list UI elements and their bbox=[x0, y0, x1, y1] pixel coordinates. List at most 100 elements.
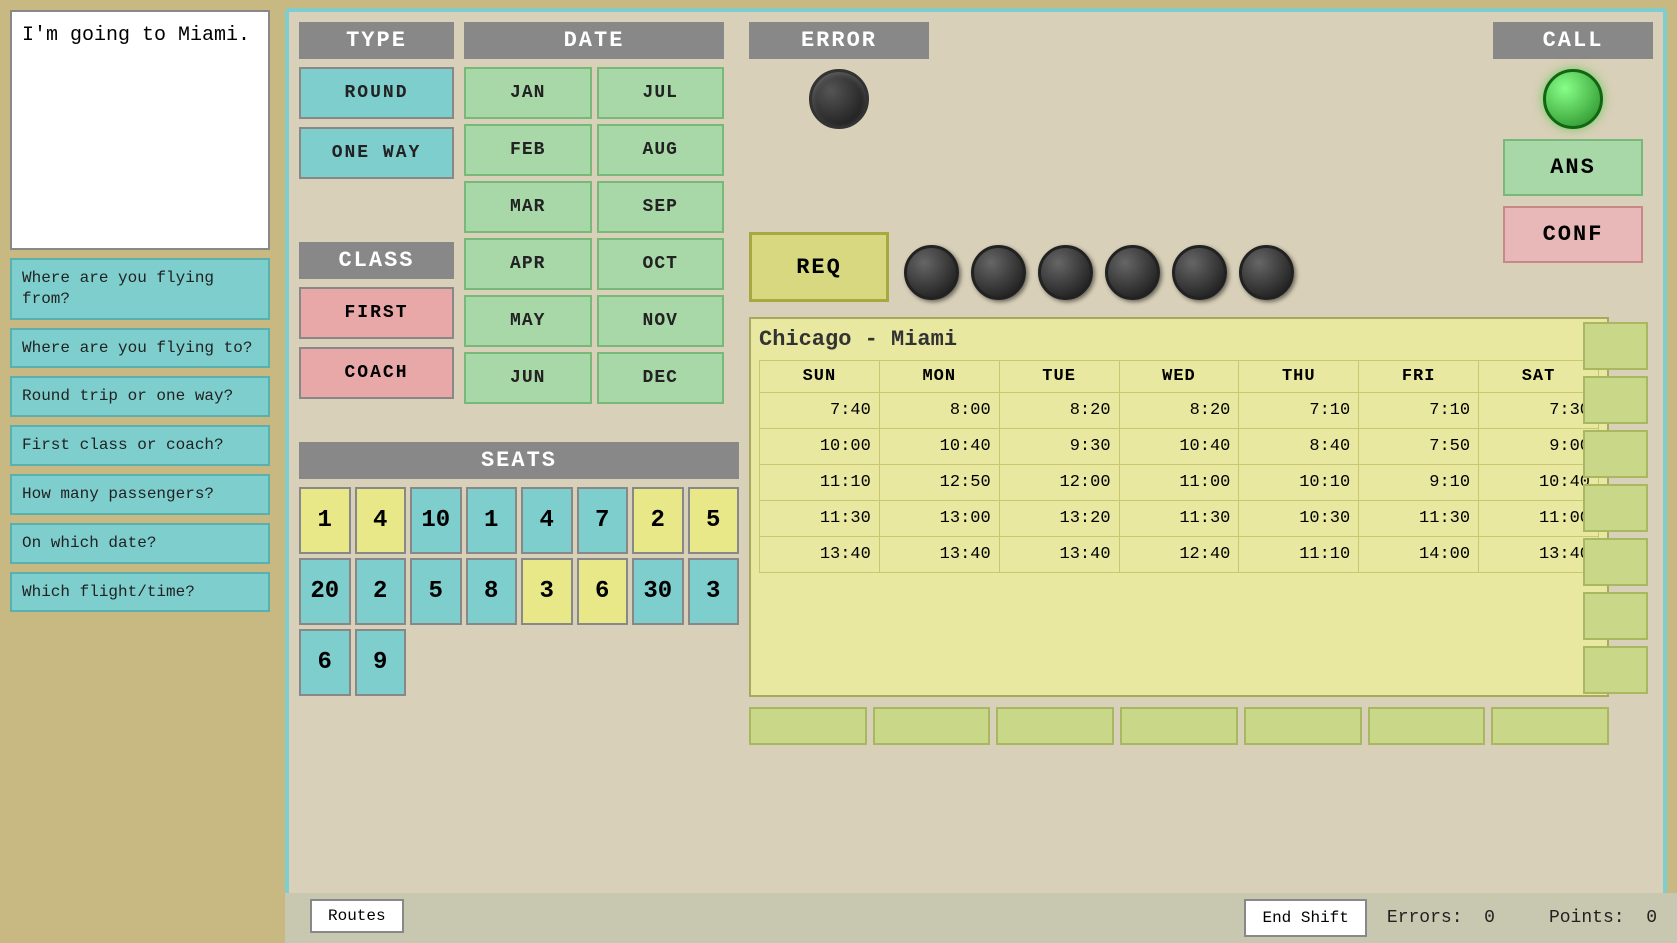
flight-cell-r3-c1[interactable]: 13:00 bbox=[879, 501, 999, 537]
knobs-row bbox=[904, 245, 1294, 300]
seat-3[interactable]: 3 bbox=[521, 558, 573, 625]
month-aug[interactable]: AUG bbox=[597, 124, 725, 176]
seat-6b[interactable]: 6 bbox=[299, 629, 351, 696]
bottom-btn-6[interactable] bbox=[1368, 707, 1486, 745]
seat-5[interactable]: 5 bbox=[688, 487, 740, 554]
month-feb[interactable]: FEB bbox=[464, 124, 592, 176]
flight-cell-r3-c2[interactable]: 13:20 bbox=[999, 501, 1119, 537]
month-sep[interactable]: SEP bbox=[597, 181, 725, 233]
flight-cell-r0-c3[interactable]: 8:20 bbox=[1119, 393, 1239, 429]
month-jun[interactable]: JUN bbox=[464, 352, 592, 404]
prompt-btn-2[interactable]: Round trip or one way? bbox=[10, 376, 270, 417]
right-btn-4[interactable] bbox=[1583, 484, 1648, 532]
conf-button[interactable]: CONF bbox=[1503, 206, 1643, 263]
seat-1b[interactable]: 1 bbox=[466, 487, 518, 554]
flight-cell-r0-c2[interactable]: 8:20 bbox=[999, 393, 1119, 429]
right-btn-5[interactable] bbox=[1583, 538, 1648, 586]
main-panel: TYPE ROUND ONE WAY DATE JAN JUL FEB AUG … bbox=[285, 8, 1667, 928]
right-btn-6[interactable] bbox=[1583, 592, 1648, 640]
bottom-btn-4[interactable] bbox=[1120, 707, 1238, 745]
prompt-btn-1[interactable]: Where are you flying to? bbox=[10, 328, 270, 369]
flight-cell-r4-c5[interactable]: 14:00 bbox=[1359, 537, 1479, 573]
right-btn-2[interactable] bbox=[1583, 376, 1648, 424]
prompt-btn-5[interactable]: On which date? bbox=[10, 523, 270, 564]
bottom-btn-7[interactable] bbox=[1491, 707, 1609, 745]
flight-cell-r3-c4[interactable]: 10:30 bbox=[1239, 501, 1359, 537]
month-mar[interactable]: MAR bbox=[464, 181, 592, 233]
seat-3b[interactable]: 3 bbox=[688, 558, 740, 625]
seat-4b[interactable]: 4 bbox=[521, 487, 573, 554]
bottom-btn-3[interactable] bbox=[996, 707, 1114, 745]
round-trip-btn[interactable]: ROUND bbox=[299, 67, 454, 119]
flight-cell-r0-c1[interactable]: 8:00 bbox=[879, 393, 999, 429]
errors-value: 0 bbox=[1484, 908, 1495, 928]
req-button[interactable]: REQ bbox=[749, 232, 889, 302]
right-btn-1[interactable] bbox=[1583, 322, 1648, 370]
month-dec[interactable]: DEC bbox=[597, 352, 725, 404]
flight-cell-r0-c5[interactable]: 7:10 bbox=[1359, 393, 1479, 429]
bottom-btn-1[interactable] bbox=[749, 707, 867, 745]
seat-7[interactable]: 7 bbox=[577, 487, 629, 554]
bottom-btn-2[interactable] bbox=[873, 707, 991, 745]
flight-cell-r0-c0[interactable]: 7:40 bbox=[760, 393, 880, 429]
flight-cell-r3-c0[interactable]: 11:30 bbox=[760, 501, 880, 537]
prompt-btn-6[interactable]: Which flight/time? bbox=[10, 572, 270, 613]
flight-cell-r2-c4[interactable]: 10:10 bbox=[1239, 465, 1359, 501]
prompt-btn-0[interactable]: Where are you flying from? bbox=[10, 258, 270, 320]
right-btn-3[interactable] bbox=[1583, 430, 1648, 478]
flight-cell-r1-c1[interactable]: 10:40 bbox=[879, 429, 999, 465]
right-btn-7[interactable] bbox=[1583, 646, 1648, 694]
flight-cell-r4-c0[interactable]: 13:40 bbox=[760, 537, 880, 573]
month-apr[interactable]: APR bbox=[464, 238, 592, 290]
coach-btn[interactable]: COACH bbox=[299, 347, 454, 399]
seat-9[interactable]: 9 bbox=[355, 629, 407, 696]
routes-button[interactable]: Routes bbox=[310, 899, 404, 933]
flight-cell-r2-c1[interactable]: 12:50 bbox=[879, 465, 999, 501]
flight-cell-r2-c6[interactable]: 10:40 bbox=[1479, 465, 1599, 501]
flight-cell-r1-c6[interactable]: 9:00 bbox=[1479, 429, 1599, 465]
month-jan[interactable]: JAN bbox=[464, 67, 592, 119]
month-nov[interactable]: NOV bbox=[597, 295, 725, 347]
seat-2[interactable]: 2 bbox=[632, 487, 684, 554]
seat-20[interactable]: 20 bbox=[299, 558, 351, 625]
knob-5 bbox=[1172, 245, 1227, 300]
seat-2b[interactable]: 2 bbox=[355, 558, 407, 625]
flight-cell-r4-c1[interactable]: 13:40 bbox=[879, 537, 999, 573]
first-class-btn[interactable]: FIRST bbox=[299, 287, 454, 339]
flight-cell-r4-c3[interactable]: 12:40 bbox=[1119, 537, 1239, 573]
flight-cell-r1-c3[interactable]: 10:40 bbox=[1119, 429, 1239, 465]
flight-cell-r4-c4[interactable]: 11:10 bbox=[1239, 537, 1359, 573]
seat-10[interactable]: 10 bbox=[410, 487, 462, 554]
seat-4[interactable]: 4 bbox=[355, 487, 407, 554]
seat-8[interactable]: 8 bbox=[466, 558, 518, 625]
flight-cell-r2-c3[interactable]: 11:00 bbox=[1119, 465, 1239, 501]
ans-button[interactable]: ANS bbox=[1503, 139, 1643, 196]
seat-6[interactable]: 6 bbox=[577, 558, 629, 625]
end-shift-button[interactable]: End Shift bbox=[1244, 899, 1366, 937]
flight-cell-r4-c2[interactable]: 13:40 bbox=[999, 537, 1119, 573]
flight-cell-r2-c2[interactable]: 12:00 bbox=[999, 465, 1119, 501]
flight-cell-r1-c0[interactable]: 10:00 bbox=[760, 429, 880, 465]
error-section: ERROR bbox=[749, 22, 929, 139]
seat-1[interactable]: 1 bbox=[299, 487, 351, 554]
month-jul[interactable]: JUL bbox=[597, 67, 725, 119]
flight-cell-r3-c5[interactable]: 11:30 bbox=[1359, 501, 1479, 537]
prompt-btn-4[interactable]: How many passengers? bbox=[10, 474, 270, 515]
seat-30[interactable]: 30 bbox=[632, 558, 684, 625]
flight-cell-r1-c5[interactable]: 7:50 bbox=[1359, 429, 1479, 465]
seat-5b[interactable]: 5 bbox=[410, 558, 462, 625]
month-oct[interactable]: OCT bbox=[597, 238, 725, 290]
flight-cell-r0-c6[interactable]: 7:30 bbox=[1479, 393, 1599, 429]
flight-cell-r1-c4[interactable]: 8:40 bbox=[1239, 429, 1359, 465]
bottom-btn-5[interactable] bbox=[1244, 707, 1362, 745]
prompt-btn-3[interactable]: First class or coach? bbox=[10, 425, 270, 466]
flight-cell-r2-c5[interactable]: 9:10 bbox=[1359, 465, 1479, 501]
flight-cell-r2-c0[interactable]: 11:10 bbox=[760, 465, 880, 501]
flight-cell-r0-c4[interactable]: 7:10 bbox=[1239, 393, 1359, 429]
flight-cell-r4-c6[interactable]: 13:40 bbox=[1479, 537, 1599, 573]
flight-cell-r3-c6[interactable]: 11:00 bbox=[1479, 501, 1599, 537]
flight-cell-r3-c3[interactable]: 11:30 bbox=[1119, 501, 1239, 537]
month-may[interactable]: MAY bbox=[464, 295, 592, 347]
one-way-btn[interactable]: ONE WAY bbox=[299, 127, 454, 179]
flight-cell-r1-c2[interactable]: 9:30 bbox=[999, 429, 1119, 465]
